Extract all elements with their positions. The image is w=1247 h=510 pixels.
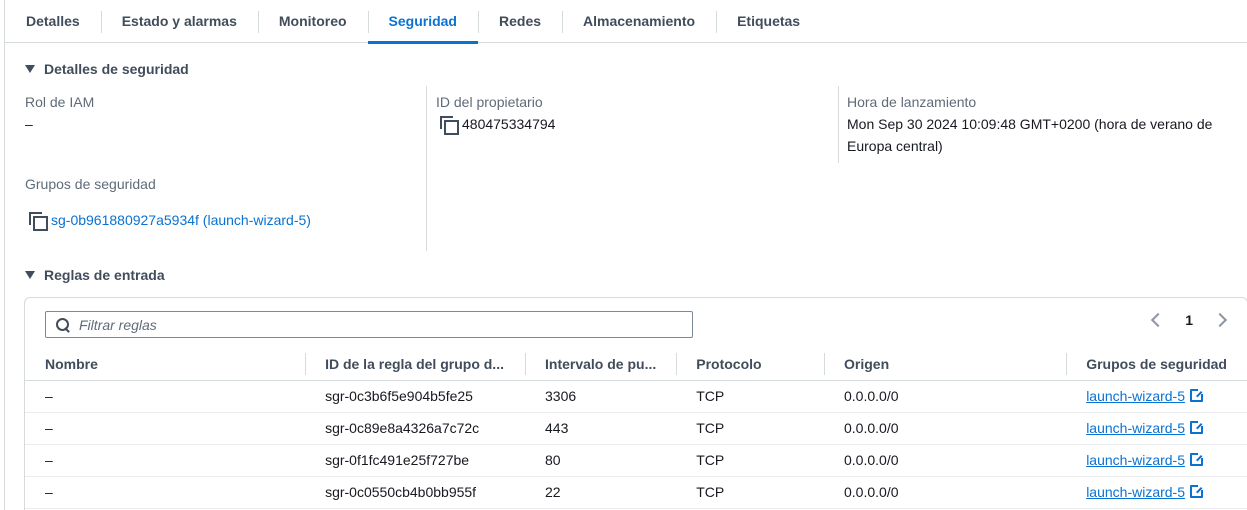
inbound-rules-container: 1 Nombre ID de la regla del grupo d... I… [24, 297, 1247, 510]
column-header-protocol[interactable]: Protocolo [676, 348, 824, 381]
launch-time-line2: Europa central) [847, 138, 943, 154]
cell-port: 443 [525, 412, 677, 445]
security-group-link[interactable]: sg-0b961880927a5934f (launch-wizard-5) [51, 212, 311, 228]
inbound-rules-title: Reglas de entrada [44, 267, 165, 283]
inbound-rules-toggle[interactable]: Reglas de entrada [25, 267, 165, 283]
security-details-toggle[interactable]: Detalles de seguridad [25, 61, 189, 77]
external-link-icon [1190, 388, 1205, 402]
filter-rules-input[interactable] [79, 316, 669, 333]
column-header-security-groups[interactable]: Grupos de seguridad [1066, 348, 1247, 381]
launch-time-line1: Mon Sep 30 2024 10:09:48 GMT+0200 (hora … [847, 116, 1213, 132]
tab-storage[interactable]: Almacenamiento [562, 0, 716, 43]
cell-group: launch-wizard-5 [1066, 380, 1247, 413]
owner-id-value: 480475334794 [440, 113, 555, 135]
cell-source: 0.0.0.0/0 [824, 476, 1067, 509]
iam-role-label: Rol de IAM [25, 94, 95, 110]
column-header-port-range[interactable]: Intervalo de pu... [525, 348, 677, 381]
security-groups-label: Grupos de seguridad [25, 176, 156, 192]
cell-protocol: TCP [676, 380, 824, 413]
launch-time-label: Hora de lanzamiento [847, 94, 977, 110]
cell-name: – [25, 444, 306, 477]
security-group-link[interactable]: launch-wizard-5 [1086, 388, 1185, 404]
search-icon [56, 317, 70, 332]
column-header-source[interactable]: Origen [824, 348, 1067, 381]
owner-id-label: ID del propietario [436, 94, 543, 110]
security-group-link[interactable]: launch-wizard-5 [1086, 452, 1185, 468]
tab-monitoring[interactable]: Monitoreo [257, 0, 368, 43]
column-divider [426, 86, 427, 251]
security-details-title: Detalles de seguridad [44, 61, 189, 77]
table-row: – sgr-0c3b6f5e904b5fe25 3306 TCP 0.0.0.0… [25, 380, 1247, 413]
page-number[interactable]: 1 [1185, 312, 1193, 328]
table-row: – sgr-0c89e8a4326a7c72c 443 TCP 0.0.0.0/… [25, 412, 1247, 445]
copy-icon[interactable] [440, 116, 459, 135]
pagination: 1 [1151, 312, 1228, 328]
column-divider [838, 86, 839, 163]
filter-box [45, 311, 693, 338]
table-row: – sgr-0c0550cb4b0bb955f 22 TCP 0.0.0.0/0… [25, 476, 1247, 509]
cell-rule-id: sgr-0c89e8a4326a7c72c [305, 412, 525, 445]
caret-down-icon [25, 65, 35, 73]
cell-port: 22 [525, 476, 677, 509]
cell-rule-id: sgr-0f1fc491e25f727be [305, 444, 525, 477]
cell-group: launch-wizard-5 [1066, 444, 1247, 477]
external-link-icon [1190, 420, 1205, 434]
cell-port: 80 [525, 444, 677, 477]
cell-group: launch-wizard-5 [1066, 412, 1247, 445]
inbound-rules-table: Nombre ID de la regla del grupo d... Int… [25, 348, 1247, 509]
cell-group: launch-wizard-5 [1066, 476, 1247, 509]
cell-port: 3306 [525, 380, 677, 413]
cell-protocol: TCP [676, 412, 824, 445]
security-group-link[interactable]: launch-wizard-5 [1086, 484, 1185, 500]
cell-name: – [25, 412, 306, 445]
column-header-rule-id[interactable]: ID de la regla del grupo d... [305, 348, 525, 381]
external-link-icon [1190, 484, 1205, 498]
tab-networking[interactable]: Redes [478, 0, 562, 43]
security-groups-value: sg-0b961880927a5934f (launch-wizard-5) [29, 209, 311, 231]
tab-tags[interactable]: Etiquetas [716, 0, 821, 43]
chevron-left-icon[interactable] [1151, 312, 1166, 328]
cell-rule-id: sgr-0c3b6f5e904b5fe25 [305, 380, 525, 413]
column-header-name[interactable]: Nombre [25, 348, 306, 381]
tab-details[interactable]: Detalles [5, 0, 101, 43]
external-link-icon [1190, 452, 1205, 466]
iam-role-value: – [25, 116, 33, 132]
security-group-link[interactable]: launch-wizard-5 [1086, 420, 1185, 436]
tab-bar: Detalles Estado y alarmas Monitoreo Segu… [5, 0, 1247, 44]
cell-protocol: TCP [676, 476, 824, 509]
chevron-right-icon[interactable] [1212, 312, 1228, 328]
cell-name: – [25, 380, 306, 413]
copy-icon[interactable] [29, 212, 48, 231]
table-header-row: Nombre ID de la regla del grupo d... Int… [25, 348, 1247, 381]
cell-rule-id: sgr-0c0550cb4b0bb955f [305, 476, 525, 509]
cell-protocol: TCP [676, 444, 824, 477]
instance-details-panel: Detalles Estado y alarmas Monitoreo Segu… [4, 0, 1247, 510]
caret-down-icon [25, 271, 35, 279]
tab-security[interactable]: Seguridad [367, 0, 479, 44]
table-row: – sgr-0f1fc491e25f727be 80 TCP 0.0.0.0/0… [25, 444, 1247, 477]
cell-source: 0.0.0.0/0 [824, 444, 1067, 477]
cell-source: 0.0.0.0/0 [824, 380, 1067, 413]
cell-name: – [25, 476, 306, 509]
tab-status-alarms[interactable]: Estado y alarmas [100, 0, 258, 43]
cell-source: 0.0.0.0/0 [824, 412, 1067, 445]
launch-time-value: Mon Sep 30 2024 10:09:48 GMT+0200 (hora … [847, 113, 1212, 157]
owner-id-text: 480475334794 [462, 116, 556, 132]
